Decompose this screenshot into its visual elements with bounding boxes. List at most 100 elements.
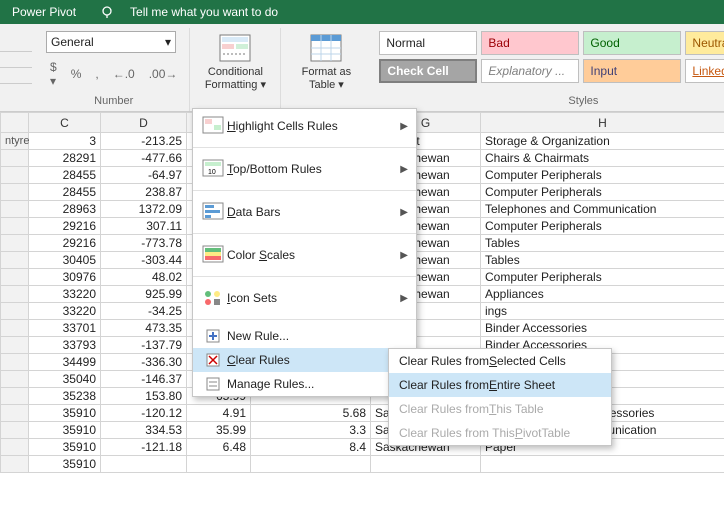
cell[interactable]: 153.80 — [101, 388, 187, 405]
row-header[interactable] — [1, 388, 29, 405]
cell[interactable]: -34.25 — [101, 303, 187, 320]
cell[interactable]: 30405 — [29, 252, 101, 269]
cell[interactable]: Computer Peripherals — [481, 184, 724, 201]
row-header[interactable] — [1, 235, 29, 252]
cell[interactable]: 8.4 — [251, 439, 371, 456]
cell[interactable]: 28455 — [29, 184, 101, 201]
tell-me-box[interactable]: Tell me what you want to do — [88, 0, 302, 24]
cf-highlight-cells-rules[interactable]: Highlight Cells Rules ▶ — [193, 109, 416, 143]
cf-clear-rules[interactable]: Clear Rules ▶ — [193, 348, 416, 372]
cell[interactable]: 33793 — [29, 337, 101, 354]
cell[interactable]: 925.99 — [101, 286, 187, 303]
col-head-h[interactable]: H — [481, 113, 724, 133]
format-as-table-button[interactable]: Format as Table ▾ — [289, 28, 363, 98]
row-header[interactable] — [1, 201, 29, 218]
cf-new-rule[interactable]: New Rule... — [193, 324, 416, 348]
row-header[interactable] — [1, 456, 29, 473]
cell-style-neutral[interactable]: Neutral — [685, 31, 724, 55]
cell[interactable]: 307.11 — [101, 218, 187, 235]
percent-format-button[interactable]: % — [67, 64, 86, 84]
row-header[interactable] — [1, 184, 29, 201]
cell[interactable]: 35910 — [29, 422, 101, 439]
cell[interactable]: 48.02 — [101, 269, 187, 286]
cell[interactable]: Telephones and Communication — [481, 201, 724, 218]
row-header[interactable] — [1, 371, 29, 388]
cell[interactable] — [481, 456, 724, 473]
cell[interactable]: 28963 — [29, 201, 101, 218]
cell[interactable]: Appliances — [481, 286, 724, 303]
cf-manage-rules[interactable]: Manage Rules... — [193, 372, 416, 396]
cell-style-normal[interactable]: Normal — [379, 31, 477, 55]
table-row[interactable]: 35910 — [1, 456, 724, 473]
cell-style-check[interactable]: Check Cell — [379, 59, 477, 83]
cell-style-explanatory[interactable]: Explanatory ... — [481, 59, 579, 83]
cell[interactable]: Storage & Organization — [481, 133, 724, 150]
cell[interactable] — [251, 456, 371, 473]
cell[interactable]: -213.25 — [101, 133, 187, 150]
cell[interactable]: -121.18 — [101, 439, 187, 456]
cell[interactable]: -477.66 — [101, 150, 187, 167]
cell[interactable]: Binder Accessories — [481, 320, 724, 337]
row-header[interactable] — [1, 286, 29, 303]
cell[interactable]: 29216 — [29, 235, 101, 252]
cell[interactable]: 33701 — [29, 320, 101, 337]
cell[interactable]: 29216 — [29, 218, 101, 235]
cf-top-bottom-rules[interactable]: 10 Top/Bottom Rules ▶ — [193, 152, 416, 186]
cf-icon-sets[interactable]: Icon Sets ▶ — [193, 281, 416, 315]
table-row[interactable]: 35910334.5335.993.3SaskachewanTelephones… — [1, 422, 724, 439]
row-header[interactable] — [1, 167, 29, 184]
cell[interactable]: 473.35 — [101, 320, 187, 337]
cell-style-good[interactable]: Good — [583, 31, 681, 55]
cell[interactable] — [371, 456, 481, 473]
cell[interactable]: Chairs & Chairmats — [481, 150, 724, 167]
cell[interactable]: 35910 — [29, 456, 101, 473]
cell[interactable]: Tables — [481, 252, 724, 269]
cell[interactable]: ings — [481, 303, 724, 320]
cell[interactable]: -303.44 — [101, 252, 187, 269]
cell[interactable]: Computer Peripherals — [481, 167, 724, 184]
cell[interactable]: -64.97 — [101, 167, 187, 184]
cell[interactable]: 35040 — [29, 371, 101, 388]
col-head-c[interactable]: C — [29, 113, 101, 133]
cell[interactable]: Tables — [481, 235, 724, 252]
cell[interactable]: Computer Peripherals — [481, 269, 724, 286]
cell[interactable]: 1372.09 — [101, 201, 187, 218]
col-head-d[interactable]: D — [101, 113, 187, 133]
cell[interactable]: 28291 — [29, 150, 101, 167]
cell[interactable]: 33220 — [29, 286, 101, 303]
cell[interactable]: 334.53 — [101, 422, 187, 439]
table-row[interactable]: 35910-120.124.915.68SaskachewanBinders a… — [1, 405, 724, 422]
clear-rules-selected-cells[interactable]: Clear Rules from Selected Cells — [389, 349, 611, 373]
tab-powerpivot[interactable]: Power Pivot — [0, 0, 88, 24]
cell[interactable]: 35910 — [29, 439, 101, 456]
row-header[interactable] — [1, 337, 29, 354]
row-header[interactable] — [1, 218, 29, 235]
cf-color-scales[interactable]: Color Scales ▶ — [193, 238, 416, 272]
cell[interactable]: -336.30 — [101, 354, 187, 371]
cf-data-bars[interactable]: Data Bars ▶ — [193, 195, 416, 229]
row-header[interactable] — [1, 150, 29, 167]
cell[interactable]: 5.68 — [251, 405, 371, 422]
cell[interactable]: 35238 — [29, 388, 101, 405]
cell-style-linked[interactable]: Linked Cell — [685, 59, 724, 83]
row-header[interactable] — [1, 320, 29, 337]
cell[interactable]: 35910 — [29, 405, 101, 422]
row-header[interactable] — [1, 405, 29, 422]
comma-format-button[interactable]: , — [91, 64, 102, 84]
number-format-combo[interactable]: General ▾ — [46, 31, 176, 53]
cell[interactable]: 34499 — [29, 354, 101, 371]
cell-style-bad[interactable]: Bad — [481, 31, 579, 55]
accounting-format-button[interactable]: $ ▾ — [46, 57, 61, 91]
cell[interactable]: -773.78 — [101, 235, 187, 252]
cell[interactable]: Computer Peripherals — [481, 218, 724, 235]
clear-rules-entire-sheet[interactable]: Clear Rules from Entire Sheet — [389, 373, 611, 397]
cell-style-input[interactable]: Input — [583, 59, 681, 83]
row-header[interactable]: ntyre — [1, 133, 29, 150]
table-row[interactable]: 35910-121.186.488.4SaskachewanPaper — [1, 439, 724, 456]
cell[interactable] — [187, 456, 251, 473]
cell[interactable]: 6.48 — [187, 439, 251, 456]
cell[interactable]: 4.91 — [187, 405, 251, 422]
cell[interactable]: -120.12 — [101, 405, 187, 422]
row-header[interactable] — [1, 252, 29, 269]
row-header[interactable] — [1, 269, 29, 286]
